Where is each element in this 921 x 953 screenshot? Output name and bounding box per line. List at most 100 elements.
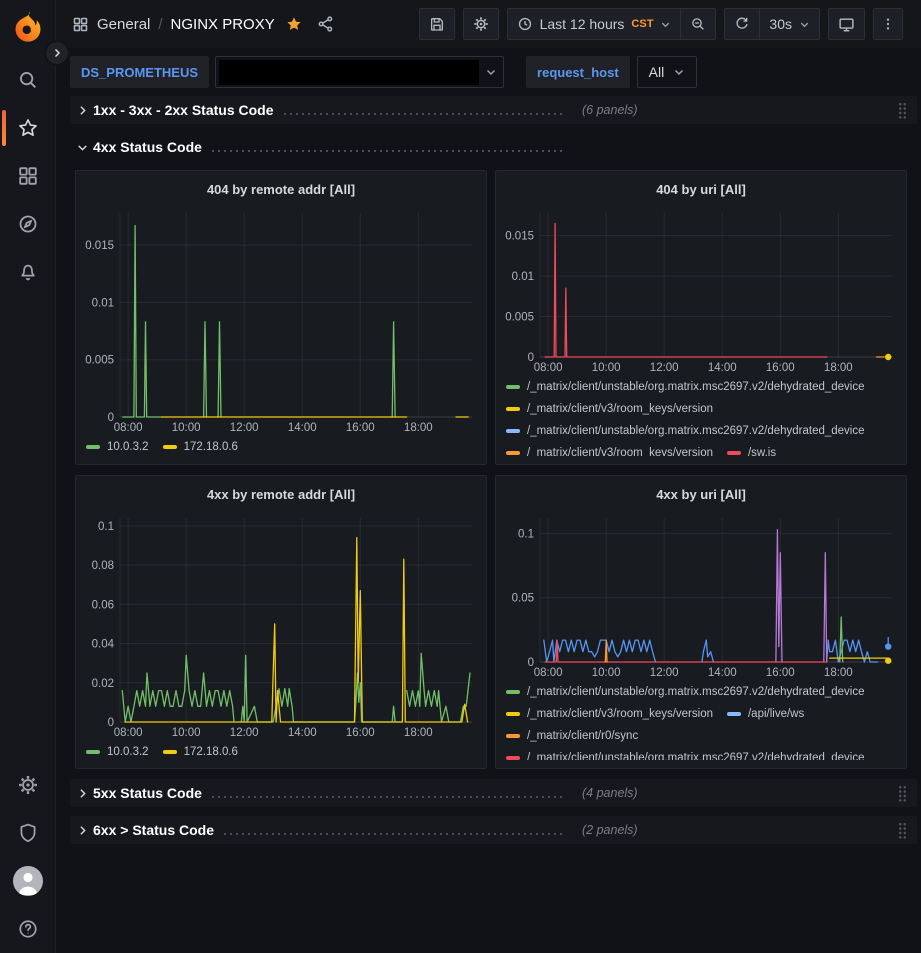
legend-item[interactable]: /_matrix/client/unstable/org.matrix.msc2…	[506, 684, 865, 700]
cycle-view-mode-button[interactable]	[828, 8, 865, 40]
legend-series-label: /_matrix/client/unstable/org.matrix.msc2…	[527, 686, 865, 698]
refresh-icon	[734, 16, 750, 32]
legend-item[interactable]: /api/live/ws	[727, 706, 804, 722]
panel-title[interactable]: 4xx by remote addr [All]	[84, 484, 478, 510]
svg-text:12:00: 12:00	[650, 667, 679, 679]
request-host-variable-select[interactable]: All	[637, 56, 698, 88]
row-drag-handle[interactable]	[898, 822, 907, 839]
row-header-6xx[interactable]: 6xx > Status Code (2 panels)	[70, 816, 917, 844]
sidebar-item-explore[interactable]	[0, 200, 56, 248]
svg-text:0.1: 0.1	[98, 521, 114, 533]
panel-title[interactable]: 404 by uri [All]	[504, 179, 898, 205]
breadcrumb-section[interactable]: General	[97, 16, 150, 33]
request-host-variable-group: request_host All	[526, 56, 697, 88]
save-dashboard-button[interactable]	[419, 8, 455, 40]
dashboard-title[interactable]: NGINX PROXY	[171, 16, 275, 33]
legend-item[interactable]: 10.0.3.2	[86, 744, 149, 760]
panel-title[interactable]: 4xx by uri [All]	[504, 484, 898, 510]
legend-item[interactable]: /_matrix/client/v3/room_keys/version	[506, 445, 713, 456]
row-header-4xx[interactable]: 4xx Status Code	[70, 133, 917, 161]
svg-text:14:00: 14:00	[288, 422, 317, 434]
legend-series-color-dash	[506, 756, 520, 760]
legend-item[interactable]: /_matrix/client/v3/room_keys/version	[506, 706, 713, 722]
svg-text:12:00: 12:00	[650, 362, 679, 374]
shield-icon	[17, 822, 39, 844]
svg-text:14:00: 14:00	[708, 362, 737, 374]
datasource-variable-label[interactable]: DS_PROMETHEUS	[70, 56, 209, 88]
timeseries-chart[interactable]: 08:0010:0012:0014:0016:0018:0000.050.1	[504, 510, 898, 680]
legend-item[interactable]: /_matrix/client/unstable/org.matrix.msc2…	[506, 750, 865, 760]
row-dotted-filler	[212, 150, 562, 152]
legend-item[interactable]: 172.18.0.6	[163, 744, 238, 760]
sidebar-expand-button[interactable]	[44, 40, 70, 66]
dashboard-settings-button[interactable]	[463, 8, 499, 40]
datasource-variable-select[interactable]	[215, 56, 504, 88]
gear-icon	[17, 774, 39, 796]
sidebar	[0, 0, 56, 953]
svg-text:0.04: 0.04	[92, 639, 115, 651]
svg-text:12:00: 12:00	[230, 727, 259, 739]
legend-series-label: /_matrix/client/unstable/org.matrix.msc2…	[527, 425, 865, 437]
timeseries-chart[interactable]: 08:0010:0012:0014:0016:0018:0000.0050.01…	[504, 205, 898, 375]
timeseries-chart[interactable]: 08:0010:0012:0014:0016:0018:0000.020.040…	[84, 510, 478, 740]
sidebar-item-search[interactable]	[0, 56, 56, 104]
svg-text:16:00: 16:00	[346, 727, 375, 739]
row-title[interactable]: 1xx - 3xx - 2xx Status Code	[93, 102, 274, 118]
more-options-button[interactable]	[873, 8, 903, 40]
legend-item[interactable]: 172.18.0.6	[163, 439, 238, 455]
sidebar-item-starred[interactable]	[0, 104, 56, 152]
sidebar-item-profile[interactable]	[0, 857, 56, 905]
svg-text:08:00: 08:00	[114, 422, 143, 434]
panel-title[interactable]: 404 by remote addr [All]	[84, 179, 478, 205]
sidebar-item-dashboards[interactable]	[0, 152, 56, 200]
panel-4xx-by-uri: 4xx by uri [All] 08:0010:0012:0014:0016:…	[495, 475, 907, 769]
request-host-variable-value: All	[649, 64, 665, 80]
row-left: 5xx Status Code	[76, 785, 568, 801]
star-outline-icon	[17, 117, 39, 139]
legend-series-color-dash	[506, 690, 520, 694]
legend-item[interactable]: /_matrix/client/r0/sync	[506, 728, 638, 744]
legend-item[interactable]: 10.0.3.2	[86, 439, 149, 455]
row-title[interactable]: 4xx Status Code	[93, 139, 202, 155]
legend-series-label: /_matrix/client/r0/sync	[527, 730, 638, 742]
share-icon[interactable]	[317, 15, 335, 33]
dashboard-scroll-area: 1xx - 3xx - 2xx Status Code (6 panels) 4…	[56, 96, 921, 953]
legend-series-color-dash	[163, 750, 177, 754]
row-header-1xx-3xx-2xx[interactable]: 1xx - 3xx - 2xx Status Code (6 panels)	[70, 96, 917, 124]
legend-item[interactable]: /_matrix/client/v3/room_keys/version	[506, 401, 713, 417]
row-left: 4xx Status Code	[76, 139, 568, 155]
legend-series-color-dash	[506, 712, 520, 716]
svg-text:08:00: 08:00	[534, 362, 563, 374]
request-host-variable-label[interactable]: request_host	[526, 56, 630, 88]
chart-legend: /_matrix/client/unstable/org.matrix.msc2…	[504, 684, 898, 760]
timeseries-chart[interactable]: 08:0010:0012:0014:0016:0018:0000.0050.01…	[84, 205, 478, 435]
sidebar-item-alerting[interactable]	[0, 248, 56, 296]
legend-series-color-dash	[86, 445, 100, 449]
legend-item[interactable]: /_matrix/client/unstable/org.matrix.msc2…	[506, 379, 865, 395]
row-title[interactable]: 5xx Status Code	[93, 785, 202, 801]
refresh-button[interactable]	[724, 8, 760, 40]
row-drag-handle[interactable]	[898, 785, 907, 802]
sidebar-item-settings[interactable]	[0, 761, 56, 809]
legend-item[interactable]: /sw.js	[727, 445, 776, 456]
apps-grid-icon	[72, 16, 89, 33]
legend-series-color-dash	[163, 445, 177, 449]
row-drag-handle[interactable]	[898, 102, 907, 119]
time-range-label: Last 12 hours	[540, 16, 625, 32]
svg-text:0: 0	[108, 412, 114, 424]
template-variables-bar: DS_PROMETHEUS request_host All	[56, 48, 921, 96]
refresh-interval-picker[interactable]: 30s	[760, 8, 820, 40]
favorite-star-icon[interactable]	[285, 15, 303, 33]
row-title[interactable]: 6xx > Status Code	[93, 822, 214, 838]
dashboards-grid-icon	[17, 165, 39, 187]
time-controls-group: Last 12 hours CST	[507, 8, 717, 40]
sidebar-item-help[interactable]	[0, 905, 56, 953]
legend-item[interactable]: /_matrix/client/unstable/org.matrix.msc2…	[506, 423, 865, 439]
svg-text:18:00: 18:00	[824, 362, 853, 374]
legend-series-label: /_matrix/client/v3/room_keys/version	[527, 708, 713, 720]
zoom-out-button[interactable]	[681, 8, 716, 40]
time-range-picker[interactable]: Last 12 hours CST	[507, 8, 682, 40]
sidebar-item-server-admin[interactable]	[0, 809, 56, 857]
row-header-5xx[interactable]: 5xx Status Code (4 panels)	[70, 779, 917, 807]
svg-text:0.005: 0.005	[505, 312, 534, 324]
